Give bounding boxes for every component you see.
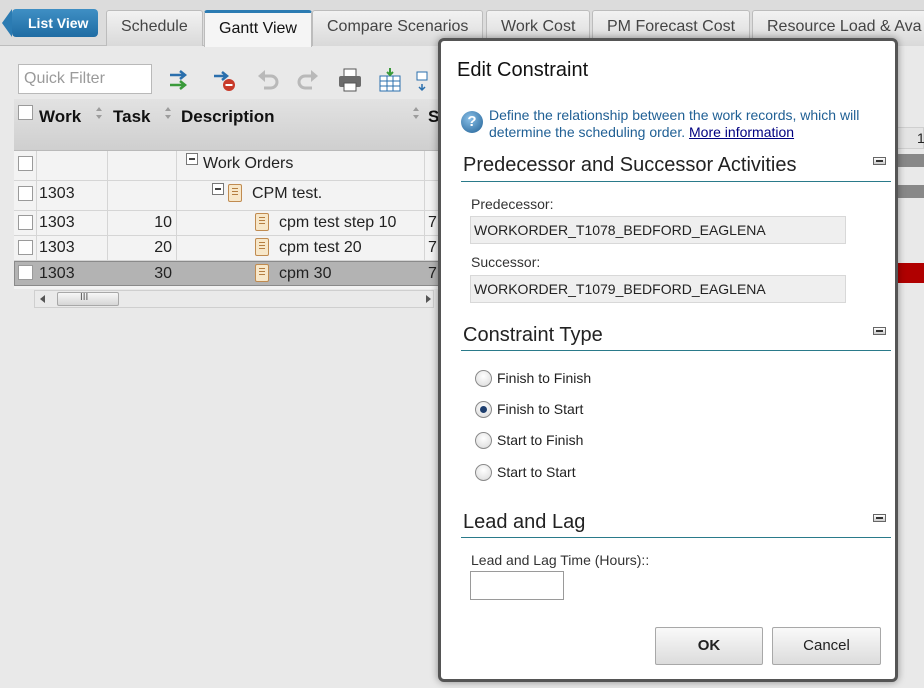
quick-filter-input[interactable]	[18, 64, 152, 94]
description-cell: cpm test 20	[279, 239, 362, 256]
s-cell: 7	[428, 265, 437, 282]
gantt-header: 1	[896, 127, 924, 149]
horizontal-scrollbar[interactable]: III	[34, 290, 434, 308]
radio-label-finish-to-start[interactable]: Finish to Start	[497, 401, 583, 417]
toolbar	[14, 58, 444, 102]
section-divider	[461, 350, 891, 351]
cancel-button[interactable]: Cancel	[772, 627, 881, 665]
undo-icon[interactable]	[254, 66, 282, 94]
work-cell: 1303	[39, 265, 75, 282]
scrollbar-thumb[interactable]: III	[57, 292, 119, 306]
dialog-title: Edit Constraint	[457, 59, 589, 81]
description-cell: Work Orders	[203, 155, 294, 172]
info-description: Define the relationship between the work…	[489, 107, 860, 140]
document-icon	[255, 238, 269, 256]
row-checkbox[interactable]	[18, 240, 33, 255]
select-all-checkbox[interactable]	[18, 105, 33, 120]
radio-label-start-to-start[interactable]: Start to Start	[497, 464, 576, 480]
table-row[interactable]: 1303 CPM test.	[14, 181, 444, 211]
collapse-section-icon[interactable]	[873, 514, 886, 522]
info-text: Define the relationship between the work…	[489, 107, 889, 141]
task-cell: 10	[154, 214, 172, 231]
work-cell: 1303	[39, 239, 75, 256]
gantt-bar	[896, 154, 924, 167]
column-header-description[interactable]: Description	[181, 107, 291, 127]
scroll-right-icon[interactable]	[423, 294, 433, 304]
document-icon	[228, 184, 242, 202]
table-row[interactable]: 1303 20 cpm test 20 7	[14, 236, 444, 261]
gantt-header-label: 1	[917, 130, 924, 146]
successor-label: Successor:	[471, 254, 541, 270]
list-view-button[interactable]: List View	[1, 9, 99, 37]
more-tools-icon[interactable]	[414, 66, 432, 94]
description-cell: cpm 30	[279, 265, 332, 282]
collapse-section-icon[interactable]	[873, 327, 886, 335]
unlink-icon[interactable]	[210, 66, 238, 94]
column-header-work[interactable]: Work	[39, 107, 95, 127]
column-header-task[interactable]: Task	[113, 107, 155, 127]
scroll-left-icon[interactable]	[38, 294, 48, 304]
tab-schedule[interactable]: Schedule	[106, 10, 203, 46]
link-arrows-icon[interactable]	[166, 66, 194, 94]
help-icon: ?	[461, 111, 483, 133]
work-cell: 1303	[39, 185, 75, 202]
successor-field: WORKORDER_T1079_BEDFORD_EAGLENA	[470, 275, 846, 303]
s-cell: 7	[428, 239, 437, 256]
description-cell: CPM test.	[252, 185, 323, 202]
lead-lag-input[interactable]	[470, 571, 564, 600]
table-row[interactable]: Work Orders	[14, 151, 444, 181]
section-divider	[461, 537, 891, 538]
radio-finish-to-start[interactable]	[475, 401, 492, 418]
predecessor-label: Predecessor:	[471, 196, 554, 212]
radio-label-start-to-finish[interactable]: Start to Finish	[497, 432, 583, 448]
collapse-icon[interactable]	[212, 183, 224, 195]
s-cell: 7	[428, 214, 437, 231]
row-checkbox[interactable]	[18, 265, 33, 280]
radio-start-to-finish[interactable]	[475, 432, 492, 449]
section-title-constraint-type: Constraint Type	[463, 324, 603, 346]
sort-icon[interactable]	[164, 105, 172, 121]
work-cell: 1303	[39, 214, 75, 231]
description-cell: cpm test step 10	[279, 214, 397, 231]
radio-finish-to-finish[interactable]	[475, 370, 492, 387]
lag-label: Lead and Lag Time (Hours)::	[471, 552, 650, 568]
redo-icon[interactable]	[294, 66, 322, 94]
task-cell: 30	[154, 265, 172, 282]
grid-header: Work Task Description S	[14, 99, 444, 151]
document-icon	[255, 213, 269, 231]
row-checkbox[interactable]	[18, 186, 33, 201]
gantt-chart-peek: 1	[896, 99, 924, 309]
collapse-icon[interactable]	[186, 153, 198, 165]
grid-view-icon[interactable]	[376, 66, 404, 94]
table-row[interactable]: 1303 10 cpm test step 10 7	[14, 211, 444, 236]
gantt-bar	[896, 185, 924, 198]
row-checkbox[interactable]	[18, 215, 33, 230]
document-icon	[255, 264, 269, 282]
ok-button[interactable]: OK	[655, 627, 763, 665]
row-checkbox[interactable]	[18, 156, 33, 171]
task-cell: 20	[154, 239, 172, 256]
print-icon[interactable]	[336, 66, 364, 94]
sort-icon[interactable]	[412, 105, 420, 121]
edit-constraint-dialog: Edit Constraint ? Define the relationshi…	[438, 38, 898, 682]
more-information-link[interactable]: More information	[689, 124, 794, 140]
scrollbar-grip: III	[80, 292, 89, 303]
gantt-bar-selected[interactable]	[896, 263, 924, 283]
predecessor-field: WORKORDER_T1078_BEDFORD_EAGLENA	[470, 216, 846, 244]
section-title-activities: Predecessor and Successor Activities	[463, 154, 797, 176]
table-row-selected[interactable]: 1303 30 cpm 30 7	[14, 261, 444, 286]
sort-icon[interactable]	[95, 105, 103, 121]
collapse-section-icon[interactable]	[873, 157, 886, 165]
work-order-grid: Work Task Description S Work Orders 1303…	[14, 99, 444, 289]
section-title-lead-lag: Lead and Lag	[463, 511, 586, 533]
radio-label-finish-to-finish[interactable]: Finish to Finish	[497, 370, 591, 386]
section-divider	[461, 181, 891, 182]
radio-start-to-start[interactable]	[475, 464, 492, 481]
tab-gantt-view[interactable]: Gantt View	[204, 10, 312, 47]
